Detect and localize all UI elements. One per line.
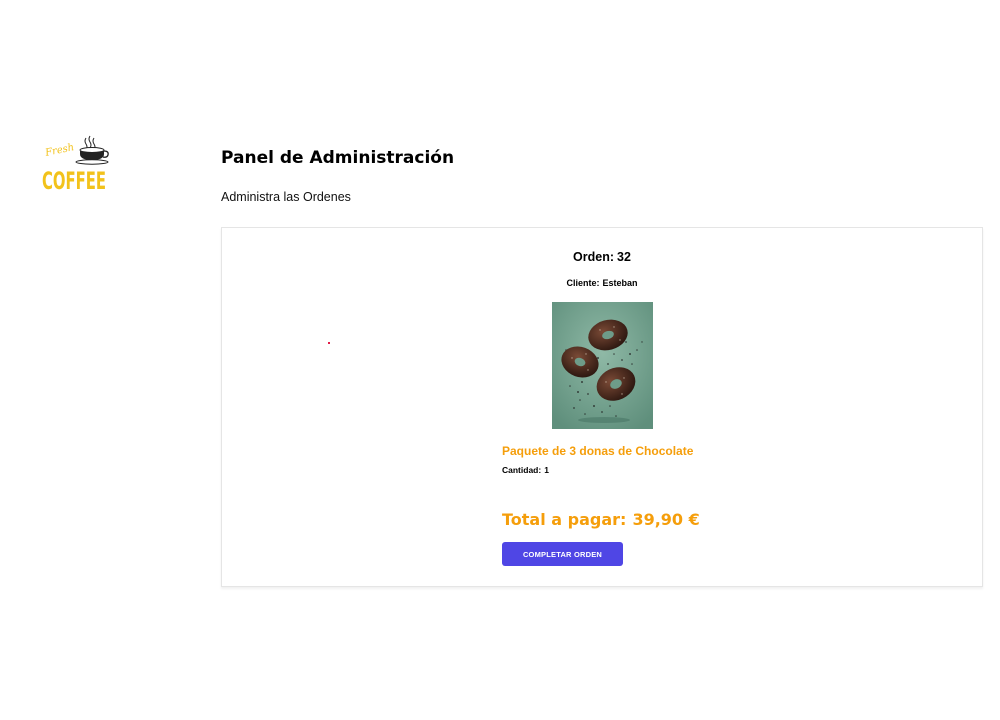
order-card: Orden: 32 Cliente: Esteban Paquete de 3 … xyxy=(221,227,983,587)
total-label: Total a pagar: xyxy=(502,510,627,529)
svg-text:Fresh: Fresh xyxy=(43,142,75,159)
order-number: Orden: 32 xyxy=(502,250,702,264)
page: Fresh COFFEE Panel de Administración Adm… xyxy=(0,0,1000,720)
page-subtitle: Administra las Ordenes xyxy=(221,190,351,204)
coffee-logo[interactable]: Fresh COFFEE xyxy=(40,134,110,194)
product-quantity: Cantidad: 1 xyxy=(502,465,549,475)
order-client: Cliente: Esteban xyxy=(502,278,702,288)
product-name: Paquete de 3 donas de Chocolate xyxy=(502,444,694,458)
order-number-value: 32 xyxy=(617,250,631,264)
client-name: Esteban xyxy=(602,278,638,288)
main-content: Panel de Administración Administra las O… xyxy=(221,146,983,587)
stray-dot xyxy=(328,342,330,344)
quantity-label: Cantidad: xyxy=(502,465,542,475)
page-title: Panel de Administración xyxy=(221,148,455,168)
total-value: 39,90 € xyxy=(632,510,700,529)
order-total: Total a pagar: 39,90 € xyxy=(502,510,700,529)
svg-text:COFFEE: COFFEE xyxy=(42,167,106,194)
client-label: Cliente: xyxy=(566,278,600,288)
product-image xyxy=(552,302,653,429)
order-number-label: Orden: xyxy=(573,250,615,264)
quantity-value: 1 xyxy=(544,465,549,475)
complete-order-button[interactable]: COMPLETAR ORDEN xyxy=(502,542,623,566)
